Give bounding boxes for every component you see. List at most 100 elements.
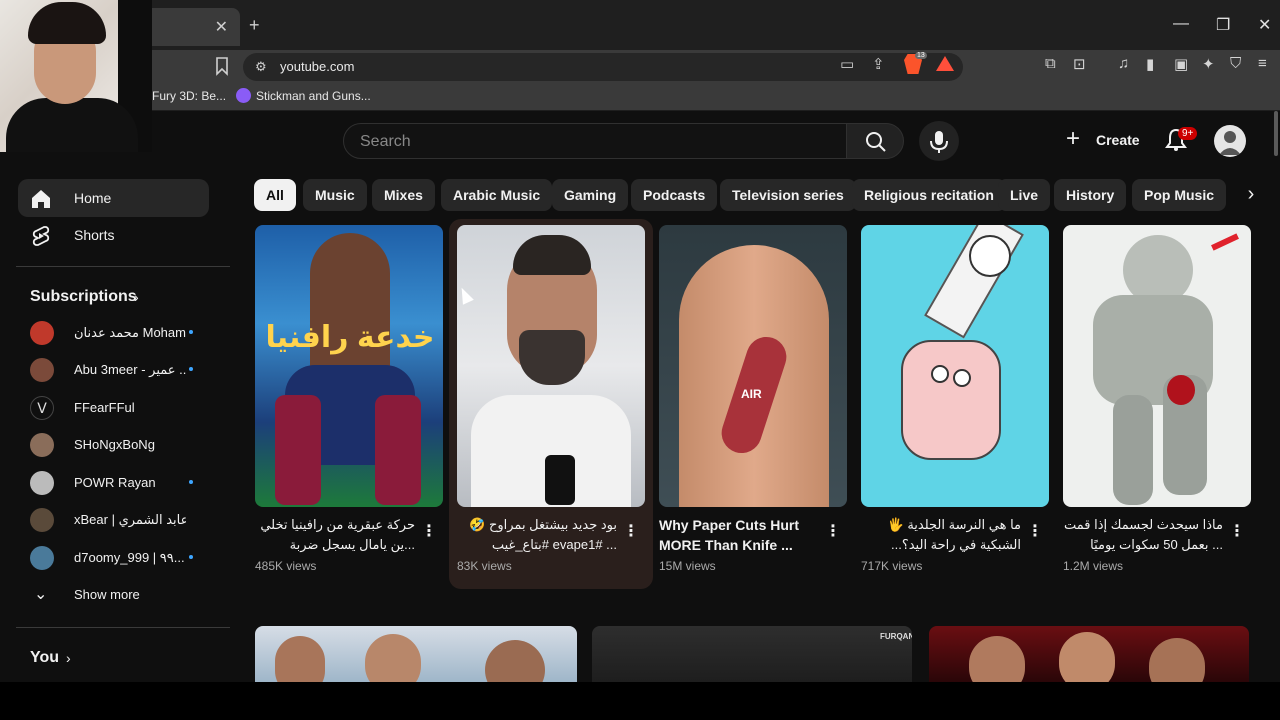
video-thumbnail[interactable] [1063,225,1251,507]
video-title[interactable]: بود جديد بيشتغل بمراوح 🤣 ... #evape1 #بت… [457,515,617,557]
channel-name: FFearFFul [74,400,135,415]
more-actions-icon[interactable]: ⋮ [1229,521,1245,541]
new-content-dot [189,367,193,371]
video-title[interactable]: ما هي النرسة الجلدية 🖐 الشبكية في راحة ا… [861,515,1021,557]
short-card[interactable]: ما هي النرسة الجلدية 🖐 الشبكية في راحة ا… [861,225,1049,585]
share-icon[interactable]: ⇪ [872,55,885,73]
video-title[interactable]: ماذا سيحدث لجسمك إذا قمت ... بعمل 50 سكو… [1063,515,1223,557]
channel-avatar: Ⅴ [30,396,54,420]
sidebar-item-label: Home [74,190,112,206]
vpn-icon[interactable]: ⛉ [1230,55,1241,72]
channel-avatar [30,471,54,495]
site-info-icon[interactable]: ⚙ [255,59,267,75]
chip-gaming[interactable]: Gaming [552,179,629,211]
page-scrollbar[interactable] [1272,111,1280,682]
channel-name: محمد عدنان Moham... [74,325,186,340]
chip-television-series[interactable]: Television series [720,179,856,211]
chevron-right-icon[interactable]: › [134,289,139,305]
channel-avatar [30,321,54,345]
chip-mixes[interactable]: Mixes [372,179,435,211]
you-section-title[interactable]: You [30,649,59,667]
chip-pop-music[interactable]: Pop Music [1132,179,1227,211]
channel-avatar [30,358,54,382]
short-card[interactable]: ماذا سيحدث لجسمك إذا قمت ... بعمل 50 سكو… [1063,225,1251,585]
leo-icon[interactable]: ⊡ [1073,55,1086,73]
sidebar-item-home[interactable]: Home [18,179,209,217]
cast-icon[interactable]: ▭ [840,55,854,73]
subscription-item[interactable]: Ⅴ FFearFFul [28,393,218,423]
thumbnail-text: خدعة رافنيا [265,321,435,354]
video-thumbnail[interactable] [861,225,1049,507]
window-close-icon[interactable]: ✕ [1258,15,1271,35]
close-tab-icon[interactable]: ✕ [215,17,228,37]
chip-history[interactable]: History [1054,179,1127,211]
url-field[interactable]: ⚙ youtube.com [243,53,963,81]
view-count: 1.2M views [1063,559,1124,573]
view-count: 83K views [457,559,512,573]
channel-avatar [30,433,54,457]
channel-avatar [30,546,54,570]
extensions-icon[interactable]: ⧉ [1045,55,1056,72]
video-thumbnail[interactable]: خدعة رافنيا [255,225,443,507]
wallet-icon[interactable]: ▣ [1174,55,1188,73]
chip-podcasts[interactable]: Podcasts [631,179,718,211]
chevron-right-icon[interactable]: › [66,650,71,666]
sidebar-toggle-icon[interactable]: ▮ [1146,55,1154,73]
account-avatar[interactable] [1214,125,1246,157]
brave-rewards-icon[interactable] [936,56,954,71]
bookmark-stickman[interactable]: Stickman and Guns... [256,89,371,103]
new-content-dot [189,555,193,559]
new-content-dot [189,480,193,484]
channel-avatar [30,508,54,532]
subscription-item[interactable]: POWR Rayan [28,468,218,498]
scrollbar-thumb[interactable] [1274,111,1278,156]
channel-name: SHoNgxBoNg [74,437,155,452]
chips-next-button[interactable]: › [1238,179,1264,211]
chip-music[interactable]: Music [303,179,367,211]
chip-live[interactable]: Live [998,179,1051,211]
more-actions-icon[interactable]: ⋮ [623,521,639,541]
menu-icon[interactable]: ≡ [1258,55,1267,72]
subscription-item[interactable]: Abu 3meer - عمير ... [28,355,218,385]
chevron-down-icon: ⌄ [34,586,48,603]
webcam-overlay [0,0,152,152]
video-thumbnail[interactable] [255,626,577,682]
short-card[interactable]: AIR Why Paper Cuts Hurt MORE Than Knife … [659,225,847,585]
video-title[interactable]: Why Paper Cuts Hurt MORE Than Knife ... [659,515,819,557]
restore-icon[interactable]: ❐ [1216,15,1230,35]
bookmark-fury3d[interactable]: Fury 3D: Be... [152,89,226,103]
new-tab-button[interactable]: + [249,15,260,36]
more-actions-icon[interactable]: ⋮ [1027,521,1043,541]
search-input[interactable]: Search [343,123,847,159]
more-actions-icon[interactable]: ⋮ [421,521,437,541]
chip-all[interactable]: All [254,179,296,211]
video-thumbnail[interactable] [929,626,1249,682]
sidebar-item-shorts[interactable]: Shorts [18,216,209,254]
ai-icon[interactable]: ✦ [1202,55,1215,73]
short-card[interactable]: بود جديد بيشتغل بمراوح 🤣 ... #evape1 #بت… [449,219,653,589]
subscription-item[interactable]: d7oomy_999 | ٩٩... [28,543,218,573]
voice-search-button[interactable] [919,121,959,161]
video-title[interactable]: حركة عبقرية من رافينيا تخلي ...ين يامال … [255,515,415,557]
minimize-icon[interactable]: — [1173,15,1189,33]
video-thumbnail[interactable]: FURQAN [592,626,912,682]
url-text: youtube.com [280,59,355,74]
subscriptions-title[interactable]: Subscriptions [30,288,137,306]
short-card[interactable]: خدعة رافنيا حركة عبقرية من رافينيا تخلي … [255,225,443,585]
new-content-dot [189,330,193,334]
subscription-item[interactable]: محمد عدنان Moham... [28,318,218,348]
chip-religious-recitation[interactable]: Religious recitation [852,179,1006,211]
show-more-button[interactable]: ⌄ Show more [28,580,218,610]
bookmark-icon[interactable] [214,56,230,76]
chip-arabic-music[interactable]: Arabic Music [441,179,553,211]
video-thumbnail[interactable]: AIR [659,225,847,507]
more-actions-icon[interactable]: ⋮ [825,521,841,541]
media-icon[interactable]: ♫ [1118,55,1129,72]
video-thumbnail[interactable] [457,225,645,507]
subscription-item[interactable]: SHoNgxBoNg [28,430,218,460]
youtube-page: Search + Create 9+ Home Shorts Subscript… [0,111,1280,682]
subscription-item[interactable]: xBear | ابو عابد الشمري [28,505,218,535]
screen-bottom-bar [0,682,1280,720]
search-button[interactable] [846,123,904,159]
view-count: 485K views [255,559,317,573]
